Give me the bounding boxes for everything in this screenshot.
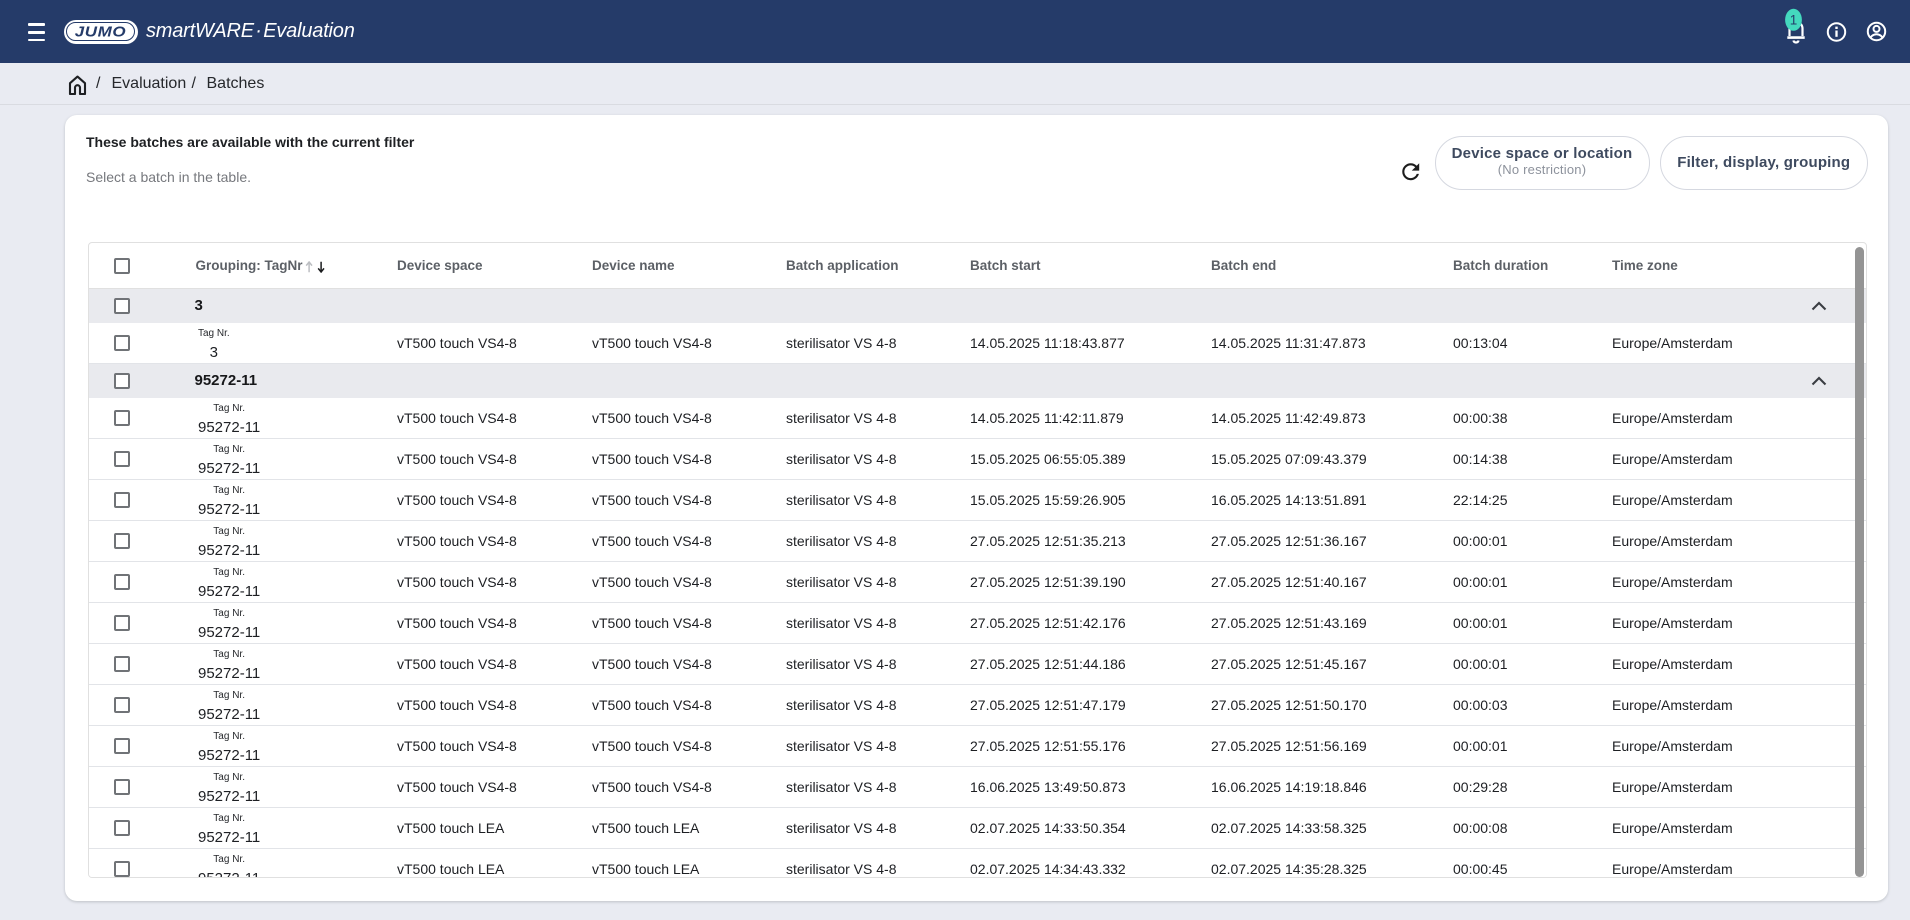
svg-text:1: 1 (1790, 13, 1798, 28)
